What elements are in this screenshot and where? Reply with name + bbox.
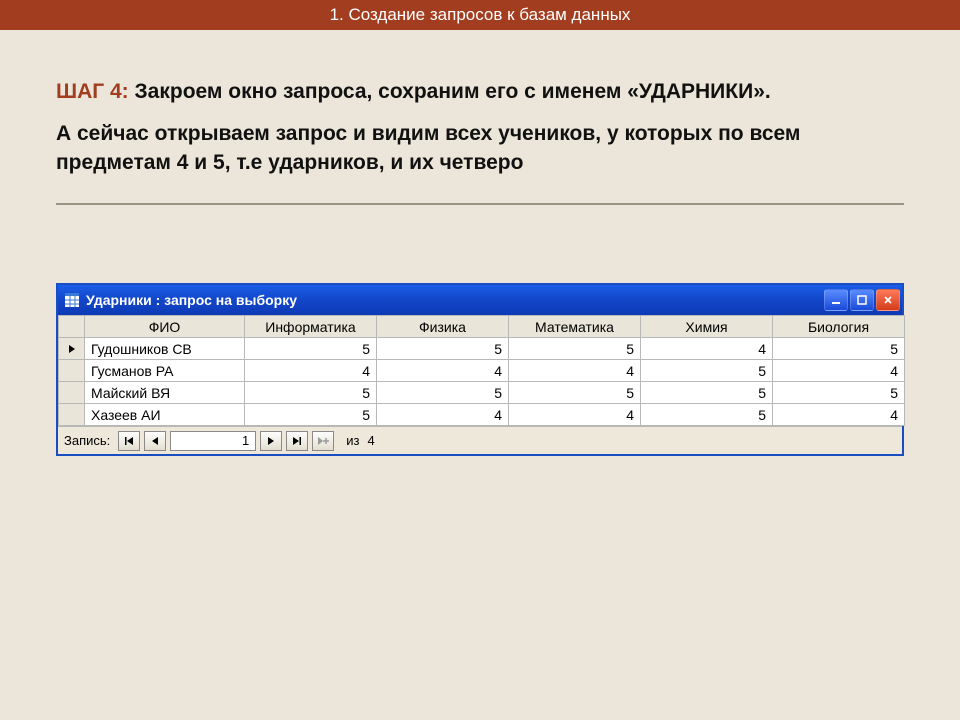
window-title: Ударники : запрос на выборку	[86, 292, 824, 308]
cell[interactable]: 4	[641, 338, 773, 360]
record-label: Запись:	[64, 433, 110, 448]
nav-next-button[interactable]	[260, 431, 282, 451]
row-selector[interactable]	[59, 404, 85, 426]
cell-name[interactable]: Майский ВЯ	[85, 382, 245, 404]
table-row[interactable]: Хазеев АИ 5 4 4 5 4	[59, 404, 905, 426]
step-label: ШАГ 4:	[56, 80, 129, 103]
cell[interactable]: 5	[641, 404, 773, 426]
row-selector-current[interactable]	[59, 338, 85, 360]
new-record-icon	[317, 436, 329, 446]
record-number-input[interactable]	[170, 431, 256, 451]
cell[interactable]: 5	[509, 382, 641, 404]
slide-header-title: 1. Создание запросов к базам данных	[330, 5, 631, 24]
access-query-window: Ударники : запрос на выборку ФИО Информа…	[56, 283, 904, 456]
cell[interactable]: 5	[641, 360, 773, 382]
body-paragraph: А сейчас открываем запрос и видим всех у…	[56, 120, 904, 177]
header-row: ФИО Информатика Физика Математика Химия …	[59, 316, 905, 338]
step-text: Закроем окно запроса, сохраним его с име…	[135, 80, 771, 103]
slide-body: ШАГ 4: Закроем окно запроса, сохраним ег…	[0, 30, 960, 205]
cell[interactable]: 4	[377, 404, 509, 426]
cell-name[interactable]: Хазеев АИ	[85, 404, 245, 426]
record-total: 4	[368, 433, 375, 448]
cell[interactable]: 4	[509, 360, 641, 382]
col-header[interactable]: Биология	[773, 316, 905, 338]
cell[interactable]: 5	[245, 404, 377, 426]
cell[interactable]: 5	[377, 338, 509, 360]
prev-icon	[150, 436, 160, 446]
nav-new-record-button[interactable]	[312, 431, 334, 451]
window-controls	[824, 289, 900, 311]
table-row[interactable]: Майский ВЯ 5 5 5 5 5	[59, 382, 905, 404]
window-titlebar[interactable]: Ударники : запрос на выборку	[58, 285, 902, 315]
select-all-cell[interactable]	[59, 316, 85, 338]
first-icon	[124, 436, 134, 446]
table-row[interactable]: Гудошников СВ 5 5 5 4 5	[59, 338, 905, 360]
current-row-icon	[67, 344, 77, 354]
cell[interactable]: 4	[377, 360, 509, 382]
close-button[interactable]	[876, 289, 900, 311]
cell-name[interactable]: Гудошников СВ	[85, 338, 245, 360]
next-icon	[266, 436, 276, 446]
minimize-button[interactable]	[824, 289, 848, 311]
col-header[interactable]: ФИО	[85, 316, 245, 338]
col-header[interactable]: Физика	[377, 316, 509, 338]
maximize-button[interactable]	[850, 289, 874, 311]
cell-name[interactable]: Гусманов РА	[85, 360, 245, 382]
cell[interactable]: 5	[377, 382, 509, 404]
cell[interactable]: 4	[245, 360, 377, 382]
cell[interactable]: 4	[773, 360, 905, 382]
cell[interactable]: 4	[509, 404, 641, 426]
divider	[56, 203, 904, 205]
col-header[interactable]: Информатика	[245, 316, 377, 338]
record-of-label: из	[346, 433, 359, 448]
col-header[interactable]: Химия	[641, 316, 773, 338]
cell[interactable]: 4	[773, 404, 905, 426]
cell[interactable]: 5	[773, 338, 905, 360]
cell[interactable]: 5	[509, 338, 641, 360]
cell[interactable]: 5	[245, 338, 377, 360]
record-navigator: Запись: из 4	[58, 426, 902, 454]
row-selector[interactable]	[59, 382, 85, 404]
nav-last-button[interactable]	[286, 431, 308, 451]
nav-prev-button[interactable]	[144, 431, 166, 451]
last-icon	[292, 436, 302, 446]
datasheet-grid[interactable]: ФИО Информатика Физика Математика Химия …	[58, 315, 905, 426]
col-header[interactable]: Математика	[509, 316, 641, 338]
cell[interactable]: 5	[641, 382, 773, 404]
cell[interactable]: 5	[773, 382, 905, 404]
table-row[interactable]: Гусманов РА 4 4 4 5 4	[59, 360, 905, 382]
datasheet-icon	[64, 292, 80, 308]
cell[interactable]: 5	[245, 382, 377, 404]
step-paragraph: ШАГ 4: Закроем окно запроса, сохраним ег…	[56, 78, 904, 106]
row-selector[interactable]	[59, 360, 85, 382]
slide-header: 1. Создание запросов к базам данных	[0, 0, 960, 30]
nav-first-button[interactable]	[118, 431, 140, 451]
